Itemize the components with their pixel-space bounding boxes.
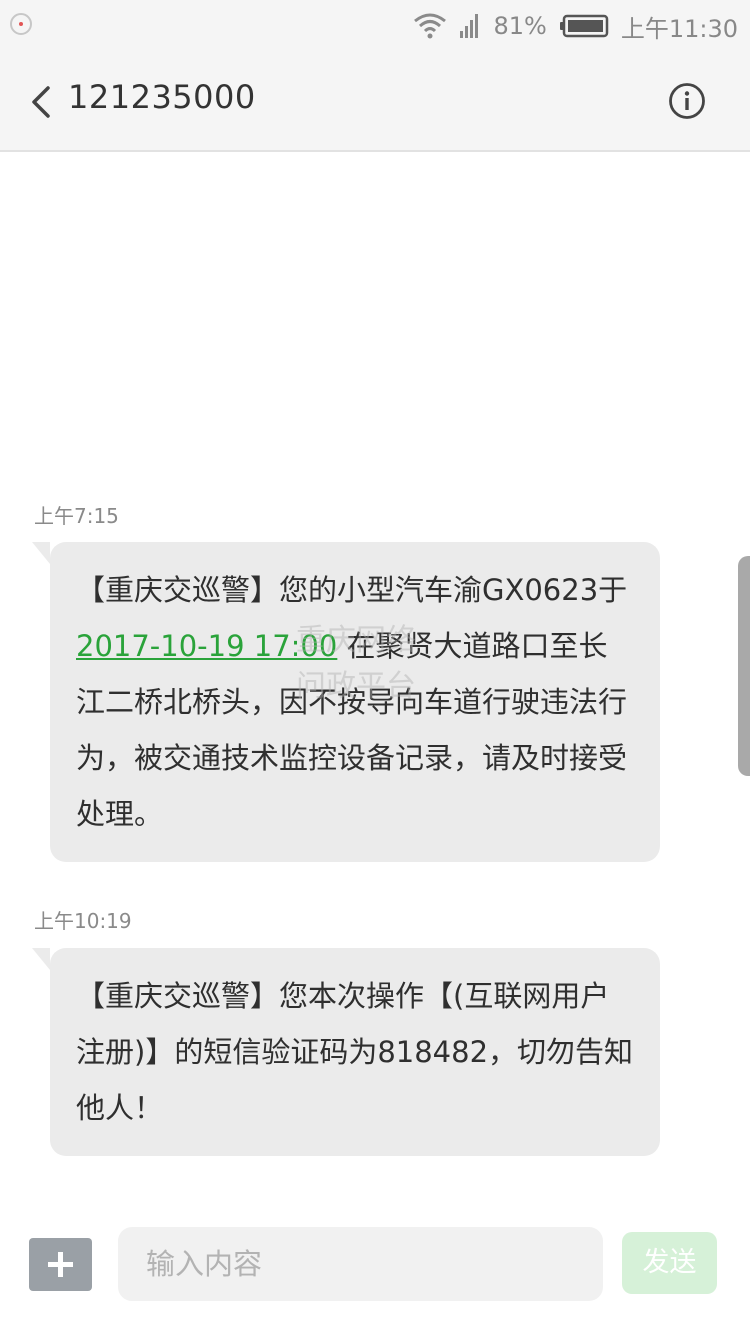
message-bubble[interactable]: 【重庆交巡警】您的小型汽车渝GX0623于2017-10-19 17:00 在聚… [32, 542, 660, 862]
message-text: 【重庆交巡警】您本次操作【(互联网用户注册)】的短信验证码为818482，切勿告… [76, 979, 634, 1125]
contact-number: 121235000 [68, 78, 256, 116]
notification-dot-icon [10, 13, 32, 35]
status-bar: 81% 上午11:30 [0, 0, 750, 52]
add-attachment-button[interactable] [29, 1238, 92, 1291]
signal-icon [460, 14, 479, 38]
back-arrow-icon[interactable] [26, 82, 58, 122]
battery-icon [559, 14, 609, 38]
status-indicators: 81% 上午11:30 [413, 10, 738, 43]
send-button[interactable]: 发送 [622, 1232, 717, 1294]
message-timestamp: 上午7:15 [34, 504, 119, 528]
date-link[interactable]: 2017-10-19 17:00 [76, 629, 337, 663]
message-text: 【重庆交巡警】您的小型汽车渝GX0623于 [76, 573, 628, 607]
message-timestamp: 上午10:19 [34, 909, 132, 933]
status-time: 上午11:30 [620, 14, 738, 43]
message-input[interactable] [118, 1227, 603, 1301]
conversation-header: 121235000 [0, 52, 750, 152]
wifi-icon [414, 13, 447, 39]
info-icon[interactable] [668, 82, 706, 120]
message-bubble[interactable]: 【重庆交巡警】您本次操作【(互联网用户注册)】的短信验证码为818482，切勿告… [32, 948, 660, 1156]
battery-percent: 81% [493, 12, 547, 40]
scroll-handle[interactable] [738, 556, 750, 776]
